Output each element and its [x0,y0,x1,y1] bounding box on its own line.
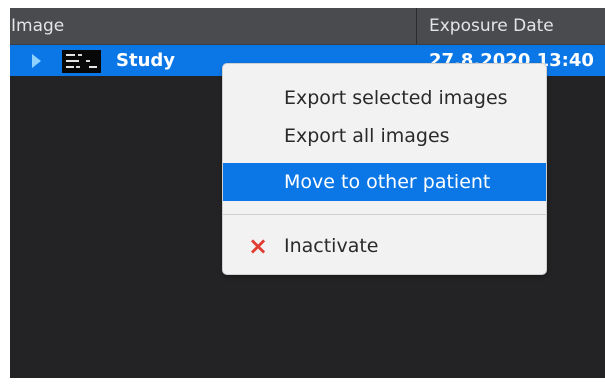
menu-item-export-selected-images[interactable]: Export selected images [223,79,546,117]
thumbnail-line [66,60,79,62]
menu-item-inactivate[interactable]: × Inactivate [223,227,546,265]
menu-separator [223,214,546,215]
thumbnail-dot [78,54,82,56]
thumbnail-line [66,54,75,56]
screenshot-canvas: Image Exposure Date Study 27.8.2020 13:4… [0,0,605,385]
expand-right-icon[interactable] [32,54,41,68]
study-row-label: Study [116,50,176,71]
menu-item-label: Move to other patient [284,171,491,193]
thumbnail-dot [86,60,90,62]
context-menu[interactable]: Export selected images Export all images… [222,63,547,275]
image-list-panel: Image Exposure Date Study 27.8.2020 13:4… [10,8,605,378]
menu-item-label: Export all images [284,125,450,147]
image-thumbnail-icon[interactable] [62,50,101,73]
menu-item-label: Inactivate [284,235,379,257]
close-icon: × [248,232,269,260]
thumbnail-dot [76,66,80,68]
menu-item-move-to-other-patient[interactable]: Move to other patient [223,163,546,201]
table-header: Image Exposure Date [10,8,605,45]
menu-item-export-all-images[interactable]: Export all images [223,117,546,155]
column-divider[interactable] [416,8,417,44]
exposure-date-column-header[interactable]: Exposure Date [429,8,605,44]
image-column-header[interactable]: Image [10,8,417,44]
thumbnail-line [89,66,97,68]
thumbnail-line [66,66,74,68]
menu-item-label: Export selected images [284,87,508,109]
